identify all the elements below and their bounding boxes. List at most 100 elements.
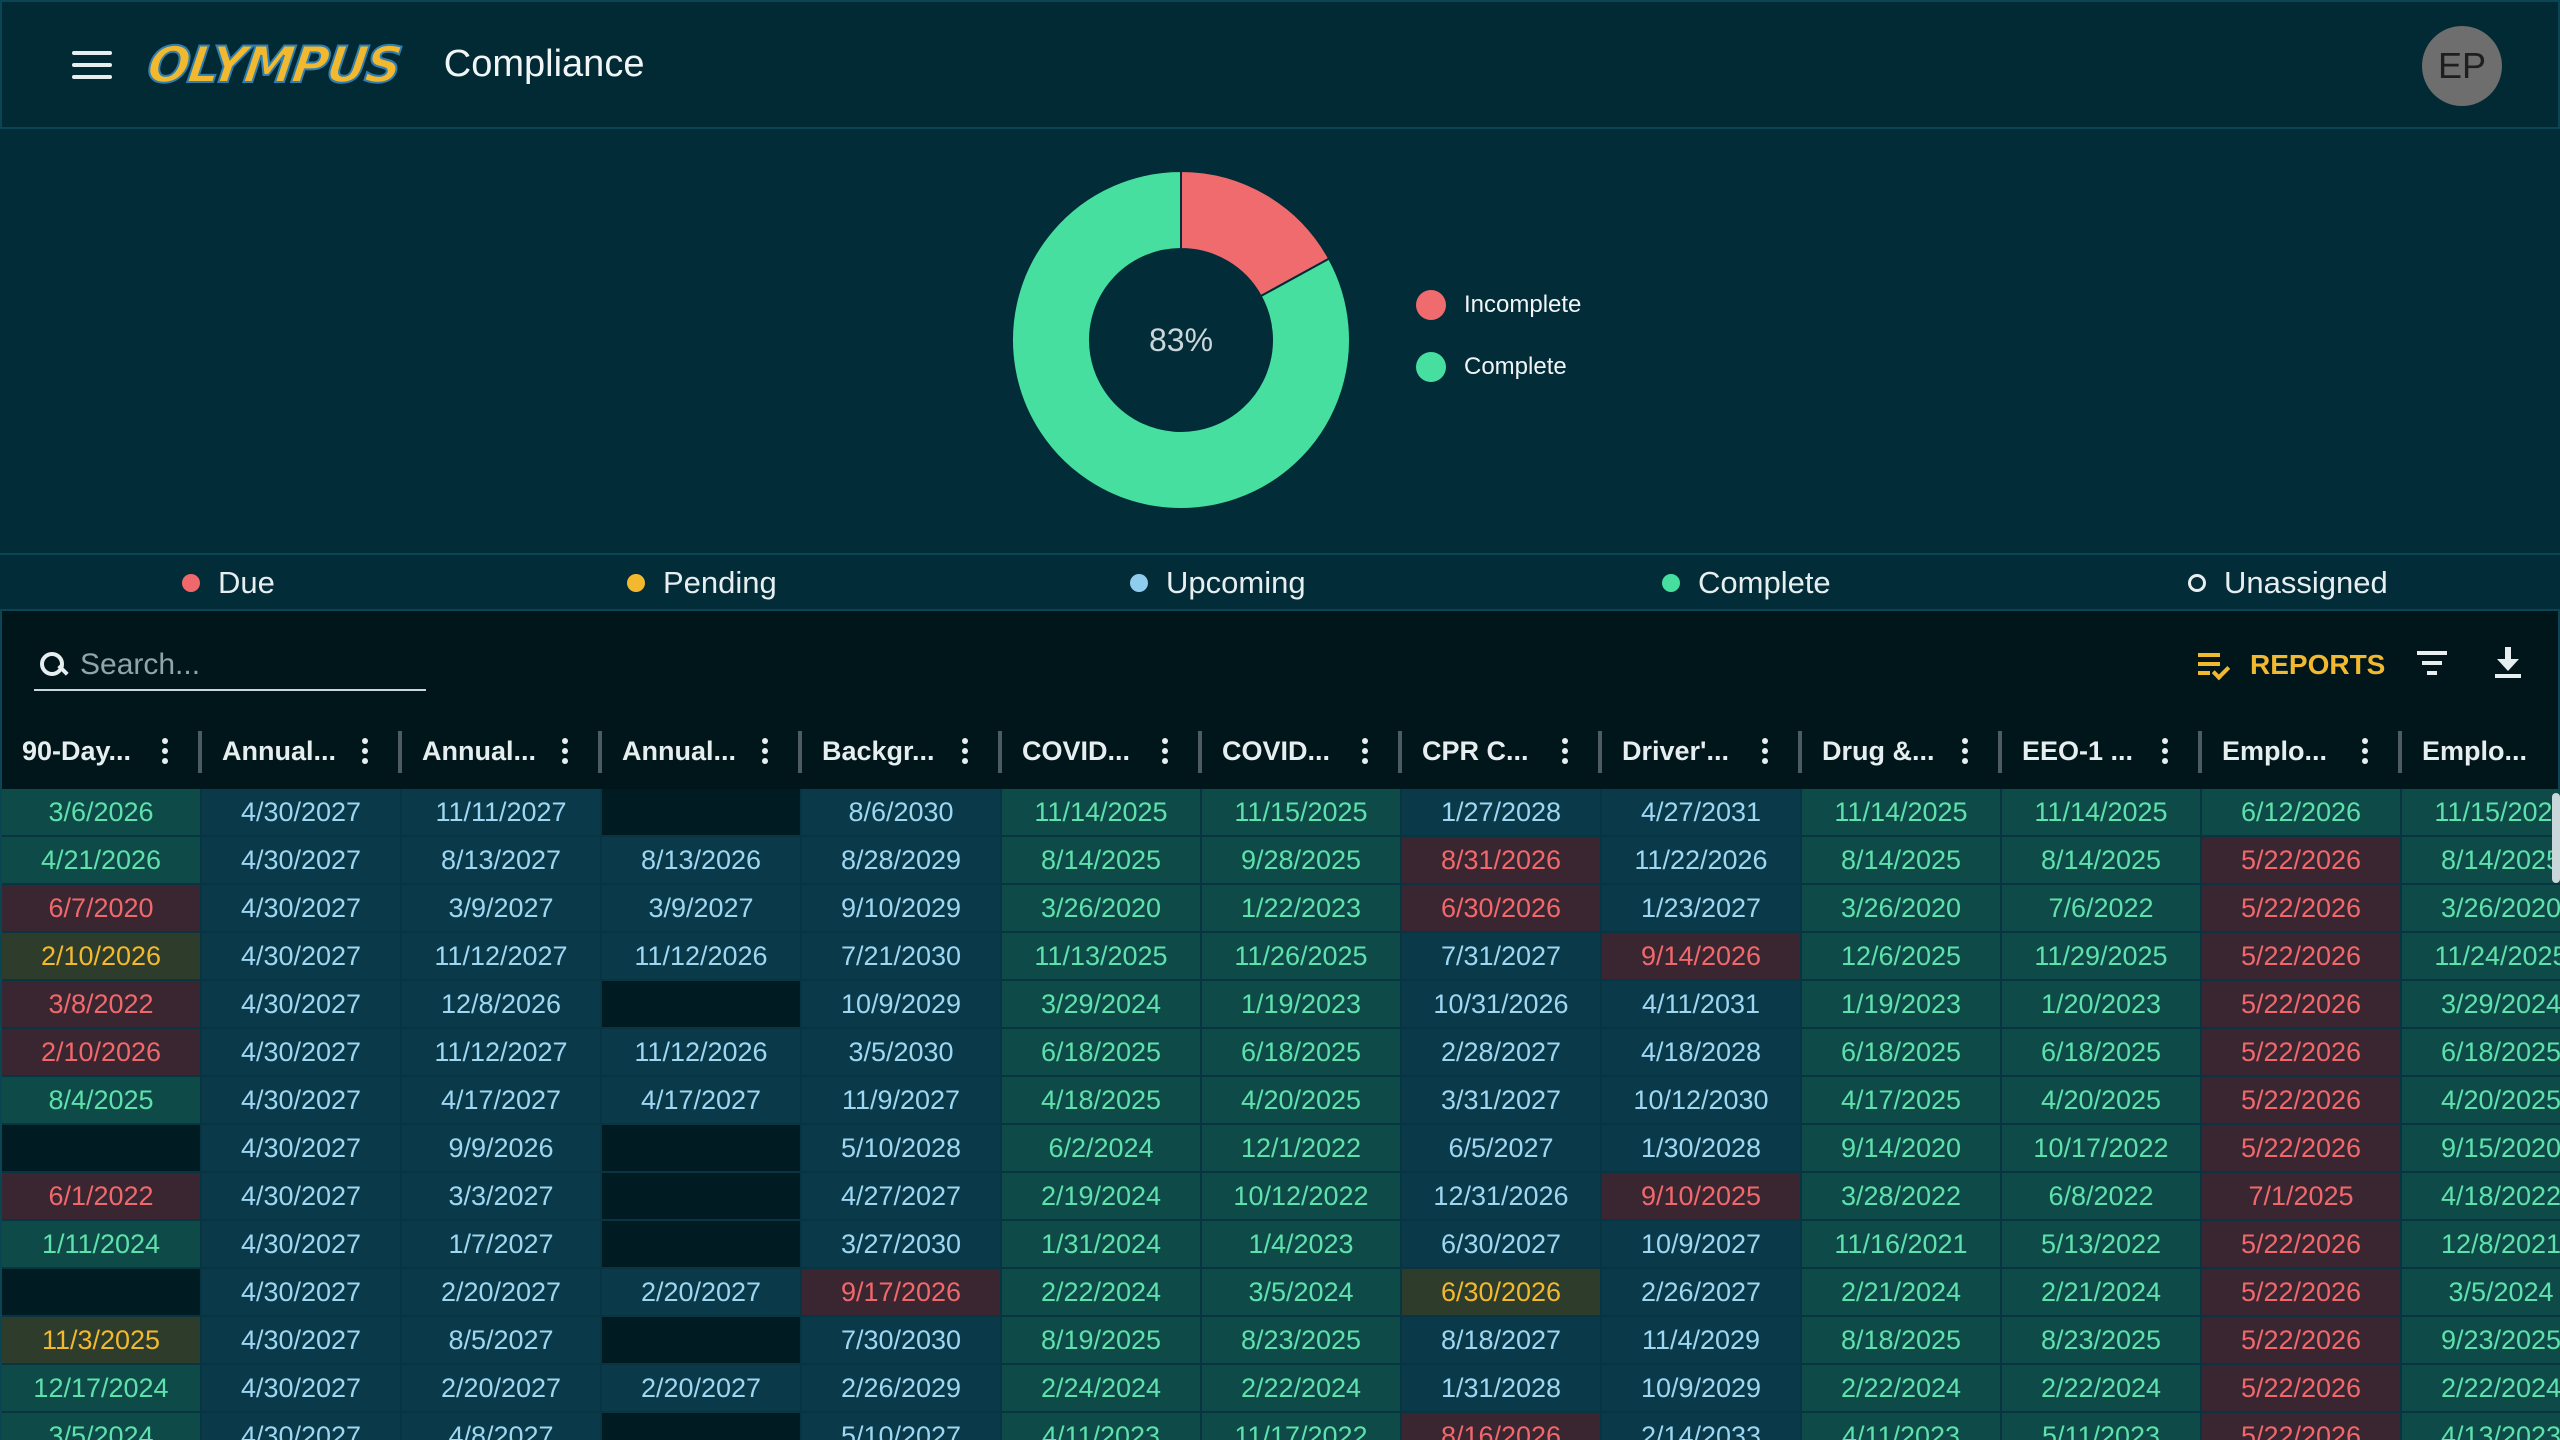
- column-menu-icon[interactable]: [1362, 738, 1368, 764]
- table-cell[interactable]: 5/22/2026: [2202, 981, 2402, 1029]
- table-cell[interactable]: 8/31/2026: [1402, 837, 1602, 885]
- table-cell[interactable]: 10/9/2027: [1602, 1221, 1802, 1269]
- table-cell[interactable]: 4/30/2027: [202, 1029, 402, 1077]
- table-cell[interactable]: 8/23/2025: [1202, 1317, 1402, 1365]
- table-cell[interactable]: 4/30/2027: [202, 981, 402, 1029]
- table-cell[interactable]: 11/14/2025: [1002, 789, 1202, 837]
- table-cell[interactable]: 1/7/2027: [402, 1221, 602, 1269]
- table-cell[interactable]: 3/26/2020: [1002, 885, 1202, 933]
- table-row[interactable]: 4/30/2027 2/20/2027 2/20/2027 9/17/2026 2/22…: [2, 1269, 2560, 1317]
- table-cell[interactable]: 10/9/2029: [1602, 1365, 1802, 1413]
- table-cell[interactable]: 6/18/2025: [2402, 1029, 2560, 1077]
- table-cell[interactable]: 7/6/2022: [2002, 885, 2202, 933]
- table-cell[interactable]: 6/30/2027: [1402, 1221, 1602, 1269]
- table-cell[interactable]: [2, 1125, 202, 1173]
- table-cell[interactable]: 8/16/2026: [1402, 1413, 1602, 1440]
- table-cell[interactable]: 12/8/2021: [2402, 1221, 2560, 1269]
- table-cell[interactable]: 5/22/2026: [2202, 1413, 2402, 1440]
- table-cell[interactable]: 5/22/2026: [2202, 933, 2402, 981]
- table-cell[interactable]: 2/10/2026: [2, 1029, 202, 1077]
- table-cell[interactable]: 4/20/2025: [2002, 1077, 2202, 1125]
- table-cell[interactable]: 11/12/2026: [602, 1029, 802, 1077]
- table-cell[interactable]: 8/13/2026: [602, 837, 802, 885]
- table-cell[interactable]: 11/9/2027: [802, 1077, 1002, 1125]
- table-cell[interactable]: 4/18/2028: [1602, 1029, 1802, 1077]
- column-header[interactable]: Drug &...: [1802, 713, 2002, 789]
- table-cell[interactable]: 2/26/2029: [802, 1365, 1002, 1413]
- column-header[interactable]: EEO-1 ...: [2002, 713, 2202, 789]
- table-cell[interactable]: 12/6/2025: [1802, 933, 2002, 981]
- table-cell[interactable]: 6/1/2022: [2, 1173, 202, 1221]
- download-icon[interactable]: [2492, 645, 2524, 679]
- table-cell[interactable]: 4/11/2023: [1002, 1413, 1202, 1440]
- table-cell[interactable]: 4/27/2027: [802, 1173, 1002, 1221]
- table-cell[interactable]: 7/1/2025: [2202, 1173, 2402, 1221]
- column-menu-icon[interactable]: [362, 738, 368, 764]
- table-cell[interactable]: 2/20/2027: [402, 1365, 602, 1413]
- table-row[interactable]: 3/8/2022 4/30/2027 12/8/2026 10/9/2029 3/29/…: [2, 981, 2560, 1029]
- table-cell[interactable]: [602, 1125, 802, 1173]
- table-cell[interactable]: 11/12/2027: [402, 1029, 602, 1077]
- table-cell[interactable]: 11/13/2025: [1002, 933, 1202, 981]
- table-cell[interactable]: 4/11/2031: [1602, 981, 1802, 1029]
- column-header[interactable]: Backgr...: [802, 713, 1002, 789]
- table-cell[interactable]: 1/22/2023: [1202, 885, 1402, 933]
- table-cell[interactable]: 10/17/2022: [2002, 1125, 2202, 1173]
- table-cell[interactable]: 3/5/2030: [802, 1029, 1002, 1077]
- table-cell[interactable]: 7/31/2027: [1402, 933, 1602, 981]
- table-cell[interactable]: 12/1/2022: [1202, 1125, 1402, 1173]
- table-row[interactable]: 2/10/2026 4/30/2027 11/12/2027 11/12/2026 7/…: [2, 933, 2560, 981]
- column-menu-icon[interactable]: [2362, 738, 2368, 764]
- table-cell[interactable]: 4/30/2027: [202, 789, 402, 837]
- column-header[interactable]: Emplo...: [2402, 713, 2558, 789]
- table-cell[interactable]: 11/14/2025: [1802, 789, 2002, 837]
- table-cell[interactable]: 4/30/2027: [202, 1269, 402, 1317]
- table-cell[interactable]: 8/23/2025: [2002, 1317, 2202, 1365]
- table-cell[interactable]: 6/30/2026: [1402, 1269, 1602, 1317]
- table-cell[interactable]: 12/31/2026: [1402, 1173, 1602, 1221]
- chart-legend-item-incomplete[interactable]: Incomplete: [1416, 289, 1581, 321]
- table-cell[interactable]: 8/14/2025: [1802, 837, 2002, 885]
- table-cell[interactable]: 11/17/2022: [1202, 1413, 1402, 1440]
- table-cell[interactable]: 4/30/2027: [202, 1413, 402, 1440]
- chart-legend-item-complete[interactable]: Complete: [1416, 351, 1581, 383]
- table-cell[interactable]: 8/14/2025: [1002, 837, 1202, 885]
- table-cell[interactable]: 1/4/2023: [1202, 1221, 1402, 1269]
- hamburger-menu-icon[interactable]: [62, 35, 122, 95]
- table-cell[interactable]: 9/28/2025: [1202, 837, 1402, 885]
- table-cell[interactable]: 4/17/2027: [602, 1077, 802, 1125]
- table-cell[interactable]: 1/19/2023: [1202, 981, 1402, 1029]
- table-cell[interactable]: 5/22/2026: [2202, 837, 2402, 885]
- column-header[interactable]: Emplo...: [2202, 713, 2402, 789]
- table-cell[interactable]: 11/22/2026: [1602, 837, 1802, 885]
- filter-icon[interactable]: [2416, 649, 2448, 677]
- table-cell[interactable]: 2/22/2024: [1002, 1269, 1202, 1317]
- column-menu-icon[interactable]: [162, 738, 168, 764]
- table-row[interactable]: 3/6/2026 4/30/2027 11/11/2027 8/6/2030 11/14…: [2, 789, 2560, 837]
- table-row[interactable]: 2/10/2026 4/30/2027 11/12/2027 11/12/2026 3/…: [2, 1029, 2560, 1077]
- table-cell[interactable]: 5/22/2026: [2202, 1221, 2402, 1269]
- table-cell[interactable]: 11/12/2026: [602, 933, 802, 981]
- table-cell[interactable]: [602, 1173, 802, 1221]
- table-cell[interactable]: 1/11/2024: [2, 1221, 202, 1269]
- table-cell[interactable]: 5/22/2026: [2202, 885, 2402, 933]
- table-cell[interactable]: 6/5/2027: [1402, 1125, 1602, 1173]
- table-cell[interactable]: 8/18/2025: [1802, 1317, 2002, 1365]
- table-cell[interactable]: 8/14/2025: [2402, 837, 2560, 885]
- table-cell[interactable]: 8/18/2027: [1402, 1317, 1602, 1365]
- table-cell[interactable]: 2/21/2024: [2002, 1269, 2202, 1317]
- table-cell[interactable]: 11/11/2027: [402, 789, 602, 837]
- column-header[interactable]: Annual...: [202, 713, 402, 789]
- table-cell[interactable]: 5/22/2026: [2202, 1269, 2402, 1317]
- table-cell[interactable]: 2/20/2027: [602, 1269, 802, 1317]
- table-cell[interactable]: 9/10/2025: [1602, 1173, 1802, 1221]
- table-cell[interactable]: 1/20/2023: [2002, 981, 2202, 1029]
- table-cell[interactable]: 4/30/2027: [202, 1365, 402, 1413]
- table-cell[interactable]: 4/13/2023: [2402, 1413, 2560, 1440]
- column-menu-icon[interactable]: [1962, 738, 1968, 764]
- table-row[interactable]: 6/7/2020 4/30/2027 3/9/2027 3/9/2027 9/10/20…: [2, 885, 2560, 933]
- table-cell[interactable]: 10/9/2029: [802, 981, 1002, 1029]
- table-row[interactable]: 1/11/2024 4/30/2027 1/7/2027 3/27/2030 1/31/…: [2, 1221, 2560, 1269]
- table-cell[interactable]: 10/12/2030: [1602, 1077, 1802, 1125]
- table-cell[interactable]: 8/19/2025: [1002, 1317, 1202, 1365]
